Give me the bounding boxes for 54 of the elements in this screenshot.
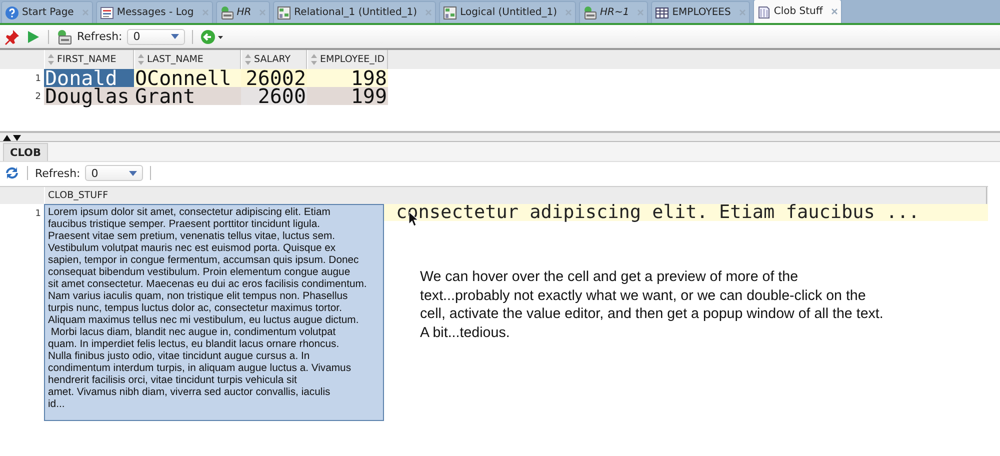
sort-icon [138, 54, 144, 65]
sort-icon [311, 54, 317, 65]
database-icon [220, 6, 234, 20]
sort-icon [245, 54, 251, 65]
editor-tab[interactable]: Start Page [1, 1, 93, 23]
annotation-text: We can hover over the cell and get a preview of more of the text...probably not exactly what we want, or we can double-click on the cell, activate the value editor, and then get a popup window of all the text. A bit...tedious. [420, 268, 884, 342]
cell-preview-tooltip: Lorem ipsum dolor sit amet, consectetur adipiscing elit. Etiam faucibus tristique semper. Praesent porttitor tincidunt ligula. Praesent vitae sem pretium, venenatis tellus vitae, luctus sem. Vestibulum volutpat mauris nec est euismod porta. Quisque ex sapien, tempor in congue fermentum, accumsan quis ipsum. Donec consequat bibendum vestibulum. Proin elementum congue augue sit amet consectetur. Maecenas eu dui ac eros facilisis condimentum. Nam varius iaculis quam, non tristique elit tempus non. Phasellus turpis nunc, tempus luctus dolor ac, consectetur maximus tortor. Aliquam maximus tellus nec mi vestibulum, eu luctus augue dictum. Morbi lacus diam, blandit nec augue in, condimentum volutpat quam. In imperdiet felis lectus, eu blandit lacus ornare rhoncus. Nulla finibus justo odio, vitae tincidunt augue cursus a. In condimentum interdum turpis, in aliquam augue luctus a. Vivamus hendrerit facilisis orci, vitae tincidunt turpis vehicula sit amet. Vivamus nibh diam, viverra sed auctor convallis, iaculis id... [44, 204, 384, 421]
database-icon[interactable] [56, 28, 72, 44]
refresh-label: Refresh: [35, 166, 80, 180]
table-cell[interactable]: 2600 [241, 87, 307, 105]
row-number: 1 [34, 208, 42, 221]
table-cell[interactable]: Douglas [44, 87, 134, 105]
editor-tab[interactable]: EMPLOYEES [651, 1, 750, 23]
editor-tab[interactable]: Clob Stuff [752, 0, 842, 23]
close-icon[interactable] [82, 9, 89, 16]
table-cell[interactable]: 199 [307, 87, 388, 105]
table-cell[interactable]: 198 [307, 69, 388, 87]
close-icon[interactable] [202, 9, 209, 16]
help-icon [5, 6, 19, 20]
table-icon [655, 6, 670, 20]
table-cell[interactable]: OConnell [134, 69, 241, 87]
log-icon [100, 6, 114, 20]
close-icon[interactable] [830, 8, 838, 15]
close-icon[interactable] [425, 9, 432, 16]
table-cell[interactable]: Grant [134, 87, 241, 105]
clob-tab[interactable]: CLOB [3, 143, 48, 161]
collapse-arrows-icon[interactable] [3, 134, 21, 140]
back-icon[interactable] [200, 28, 224, 44]
row-number: 2 [34, 91, 42, 104]
close-icon[interactable] [565, 9, 572, 16]
close-icon[interactable] [738, 9, 746, 16]
caret-icon [171, 34, 180, 39]
caret-icon [129, 170, 138, 176]
editor-tab[interactable]: Relational_1 (Untitled_1) [273, 1, 436, 23]
refresh-label: Refresh: [77, 30, 122, 43]
diagram-icon [277, 6, 292, 20]
editor-tab[interactable]: HR~1 [579, 1, 648, 23]
close-icon[interactable] [259, 9, 266, 16]
row-number: 1 [34, 73, 42, 86]
table-cell[interactable]: Donald [44, 69, 134, 87]
database-icon [583, 6, 598, 20]
refresh-icon[interactable] [4, 165, 20, 181]
sort-icon [48, 54, 54, 65]
editor-tab[interactable]: Messages - Log [96, 1, 213, 23]
document-icon [756, 4, 771, 18]
editor-tab[interactable]: HR [216, 1, 270, 23]
editor-tab[interactable]: Logical (Untitled_1) [439, 1, 576, 23]
refresh-dropdown[interactable]: 0 [127, 28, 186, 44]
table-cell[interactable]: 26002 [241, 69, 307, 87]
run-icon[interactable] [25, 28, 41, 44]
close-icon[interactable] [637, 9, 644, 16]
diagram-icon [443, 6, 458, 20]
pin-icon[interactable] [4, 28, 20, 44]
refresh-dropdown[interactable]: 0 [85, 165, 144, 181]
